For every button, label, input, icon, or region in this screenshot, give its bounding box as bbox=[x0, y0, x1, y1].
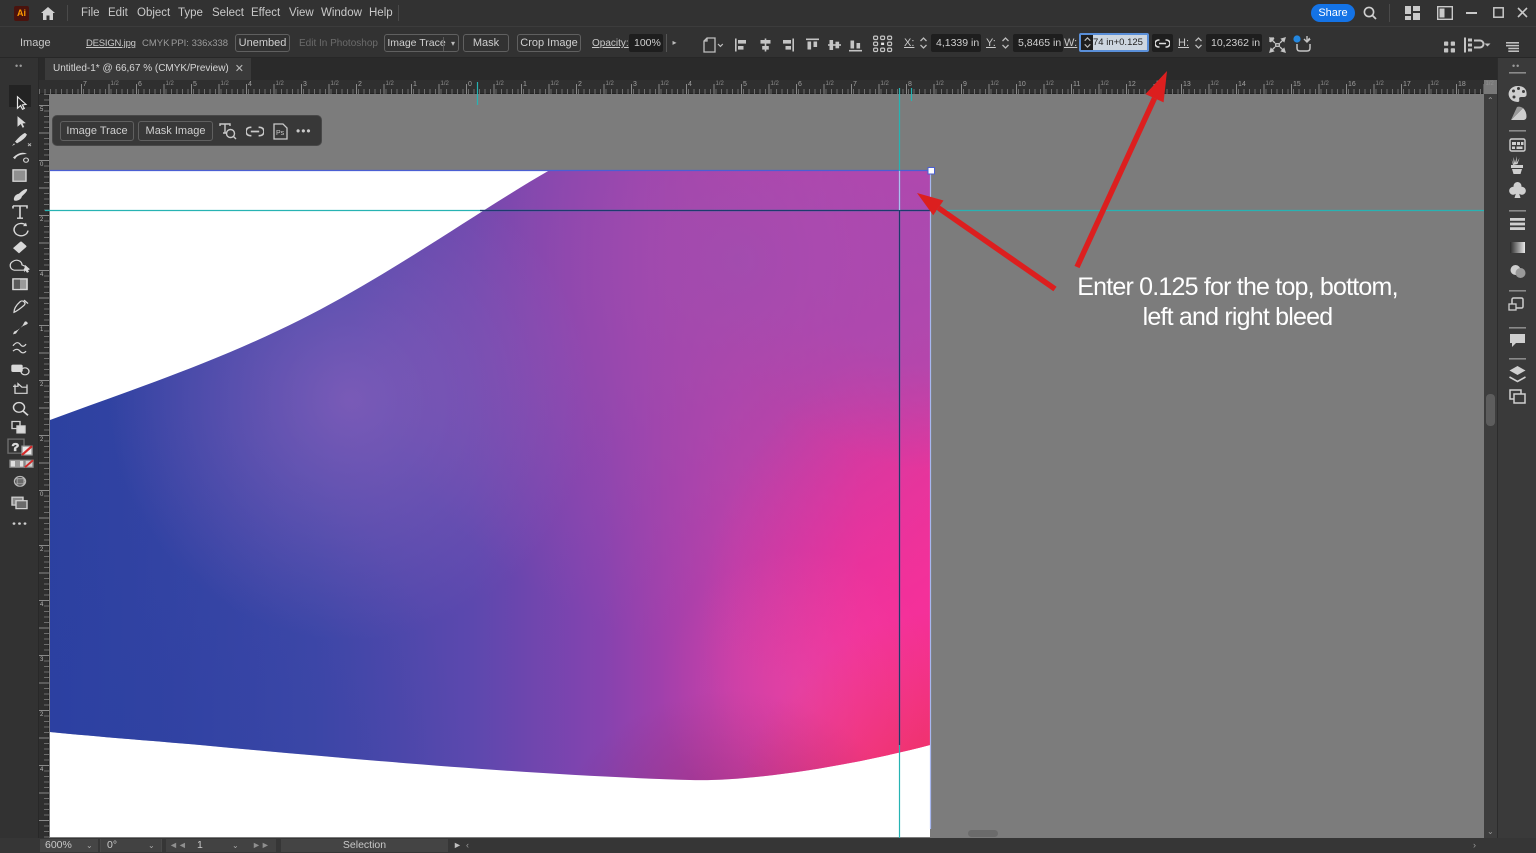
svg-text:?: ? bbox=[12, 442, 19, 453]
svg-text:Ps: Ps bbox=[276, 130, 285, 137]
